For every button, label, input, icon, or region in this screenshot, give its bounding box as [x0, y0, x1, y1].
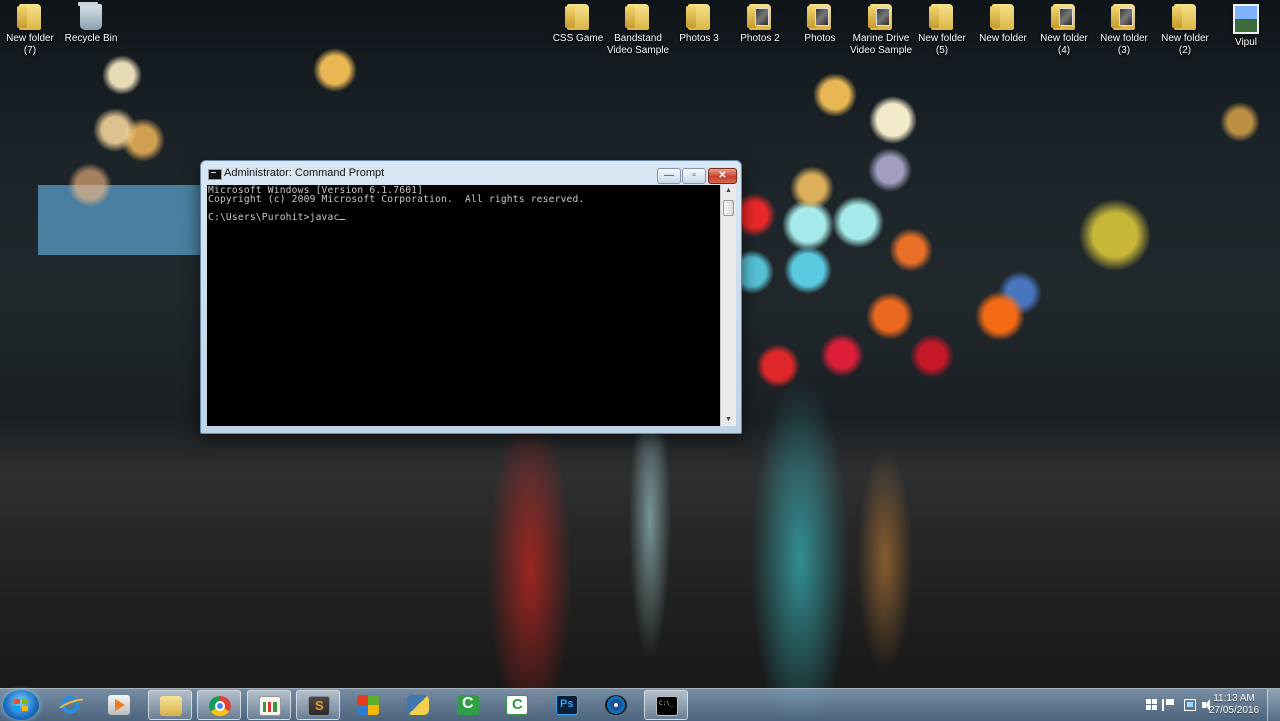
desktop-icon-label: New folder (3): [1100, 33, 1148, 56]
clock[interactable]: 11:13 AM 27/05/2016: [1204, 693, 1264, 717]
text-cursor: [339, 219, 346, 220]
console-prompt-line: C:\Users\Purohit>javac: [208, 212, 346, 223]
desktop-icon-new-folder-3[interactable]: New folder (3): [1091, 4, 1157, 57]
desktop-icon-bandstand-video-sample[interactable]: Bandstand Video Sample: [605, 4, 671, 57]
desktop-icon-new-folder-4[interactable]: New folder (4): [1031, 4, 1097, 57]
taskbar-chart-app[interactable]: [247, 690, 291, 720]
media-player-icon: [108, 695, 130, 715]
taskbar-office[interactable]: [346, 690, 390, 720]
desktop-icon-new-folder-2[interactable]: New folder (2): [1152, 4, 1218, 57]
desktop-icon-label: Photos 2: [740, 33, 780, 44]
desktop-icon-photos-3[interactable]: Photos 3: [666, 4, 732, 45]
desktop-icon-label: New folder: [979, 33, 1027, 44]
folder-icon: [686, 4, 710, 30]
minimize-button[interactable]: —: [657, 168, 681, 184]
file-explorer-icon: [160, 696, 182, 716]
taskbar-command-prompt[interactable]: [644, 690, 688, 720]
camtasia-recorder-icon: [457, 695, 479, 715]
vertical-scrollbar[interactable]: ▲ ▼: [720, 185, 736, 426]
desktop-icon-label: New folder (4): [1040, 33, 1088, 56]
chrome-icon: [209, 696, 231, 716]
taskbar-disc-burner[interactable]: [594, 690, 638, 720]
clock-time: 11:13 AM: [1213, 693, 1255, 704]
action-center-icon[interactable]: [1162, 699, 1176, 711]
desktop-icon-recycle-bin[interactable]: Recycle Bin: [58, 2, 124, 45]
scroll-up-arrow[interactable]: ▲: [721, 185, 736, 197]
desktop-icon-label: Vipul: [1234, 37, 1258, 48]
photoshop-icon: [556, 695, 578, 715]
taskbar-sublime-text[interactable]: [296, 690, 340, 720]
desktop-icon-label: Marine Drive Video Sample: [849, 33, 913, 56]
desktop-icon-photos-2[interactable]: Photos 2: [727, 4, 793, 45]
image-file-icon: [1233, 4, 1259, 34]
start-button[interactable]: [3, 690, 39, 720]
camtasia-studio-icon: [506, 695, 528, 715]
console-line: Copyright (c) 2009 Microsoft Corporation…: [208, 194, 585, 205]
console-command: C:\Users\Purohit>javac: [208, 212, 340, 223]
command-prompt-window[interactable]: Administrator: Command Prompt — ▫ ✕ Micr…: [200, 160, 742, 434]
desktop-icon-label: New folder (2): [1161, 33, 1209, 56]
desktop-icon-label: Photos: [804, 33, 836, 44]
folder-icon: [1172, 4, 1196, 30]
photo-folder-icon: [1111, 4, 1135, 30]
disc-burner-icon: [605, 695, 627, 715]
folder-icon: [625, 4, 649, 30]
clock-date: 27/05/2016: [1208, 705, 1260, 716]
desktop-icon-photos[interactable]: Photos: [787, 4, 853, 45]
folder-icon: [929, 4, 953, 30]
window-titlebar[interactable]: Administrator: Command Prompt — ▫ ✕: [201, 161, 741, 185]
photo-folder-icon: [868, 4, 892, 30]
taskbar-photoshop[interactable]: [545, 690, 589, 720]
sublime-text-icon: [308, 696, 330, 716]
desktop-icon-marine-drive-video-sample[interactable]: Marine Drive Video Sample: [848, 4, 914, 57]
taskbar-camtasia-studio[interactable]: [495, 690, 539, 720]
desktop-icon-new-folder-7[interactable]: New folder (7): [0, 4, 63, 57]
taskbar-internet-explorer[interactable]: [48, 690, 92, 720]
desktop-icon-label: CSS Game: [552, 33, 604, 44]
recycle-bin-icon: [78, 2, 102, 30]
close-button[interactable]: ✕: [708, 168, 737, 184]
internet-explorer-icon: [59, 695, 81, 715]
office-icon: [357, 695, 379, 715]
desktop-icon-label: Photos 3: [679, 33, 719, 44]
command-prompt-icon: [656, 696, 678, 716]
desktop-icon-label: Recycle Bin: [64, 33, 118, 44]
console-output[interactable]: Microsoft Windows [Version 6.1.7601] Cop…: [207, 185, 720, 426]
folder-icon: [17, 4, 41, 30]
photo-folder-icon: [747, 4, 771, 30]
taskbar-python[interactable]: [396, 690, 440, 720]
desktop-icon-label: New folder (5): [918, 33, 966, 56]
taskbar-media-player[interactable]: [97, 690, 141, 720]
scrollbar-thumb[interactable]: [723, 200, 734, 216]
command-prompt-icon: [208, 169, 222, 180]
desktop-icon-new-folder[interactable]: New folder: [970, 4, 1036, 45]
taskbar-camtasia-recorder[interactable]: [446, 690, 490, 720]
desktop-icon-vipul[interactable]: Vipul: [1213, 4, 1279, 49]
taskbar: 11:13 AM 27/05/2016: [0, 688, 1280, 721]
window-title: Administrator: Command Prompt: [224, 167, 385, 179]
chart-app-icon: [259, 696, 281, 716]
python-icon: [407, 695, 429, 715]
folder-icon: [990, 4, 1014, 30]
desktop-icon-label: Bandstand Video Sample: [606, 33, 670, 56]
taskbar-chrome[interactable]: [197, 690, 241, 720]
network-icon[interactable]: [1184, 699, 1196, 711]
photo-folder-icon: [1051, 4, 1075, 30]
taskbar-file-explorer[interactable]: [148, 690, 192, 720]
desktop-icon-css-game[interactable]: CSS Game: [545, 4, 611, 45]
scroll-down-arrow[interactable]: ▼: [721, 414, 736, 426]
windows-flag-icon[interactable]: [1146, 699, 1158, 711]
desktop-icon-label: New folder (7): [6, 33, 54, 56]
show-desktop-button[interactable]: [1267, 689, 1280, 721]
desktop-icon-new-folder-5[interactable]: New folder (5): [909, 4, 975, 57]
maximize-button[interactable]: ▫: [682, 168, 706, 184]
folder-icon: [565, 4, 589, 30]
photo-folder-icon: [807, 4, 831, 30]
